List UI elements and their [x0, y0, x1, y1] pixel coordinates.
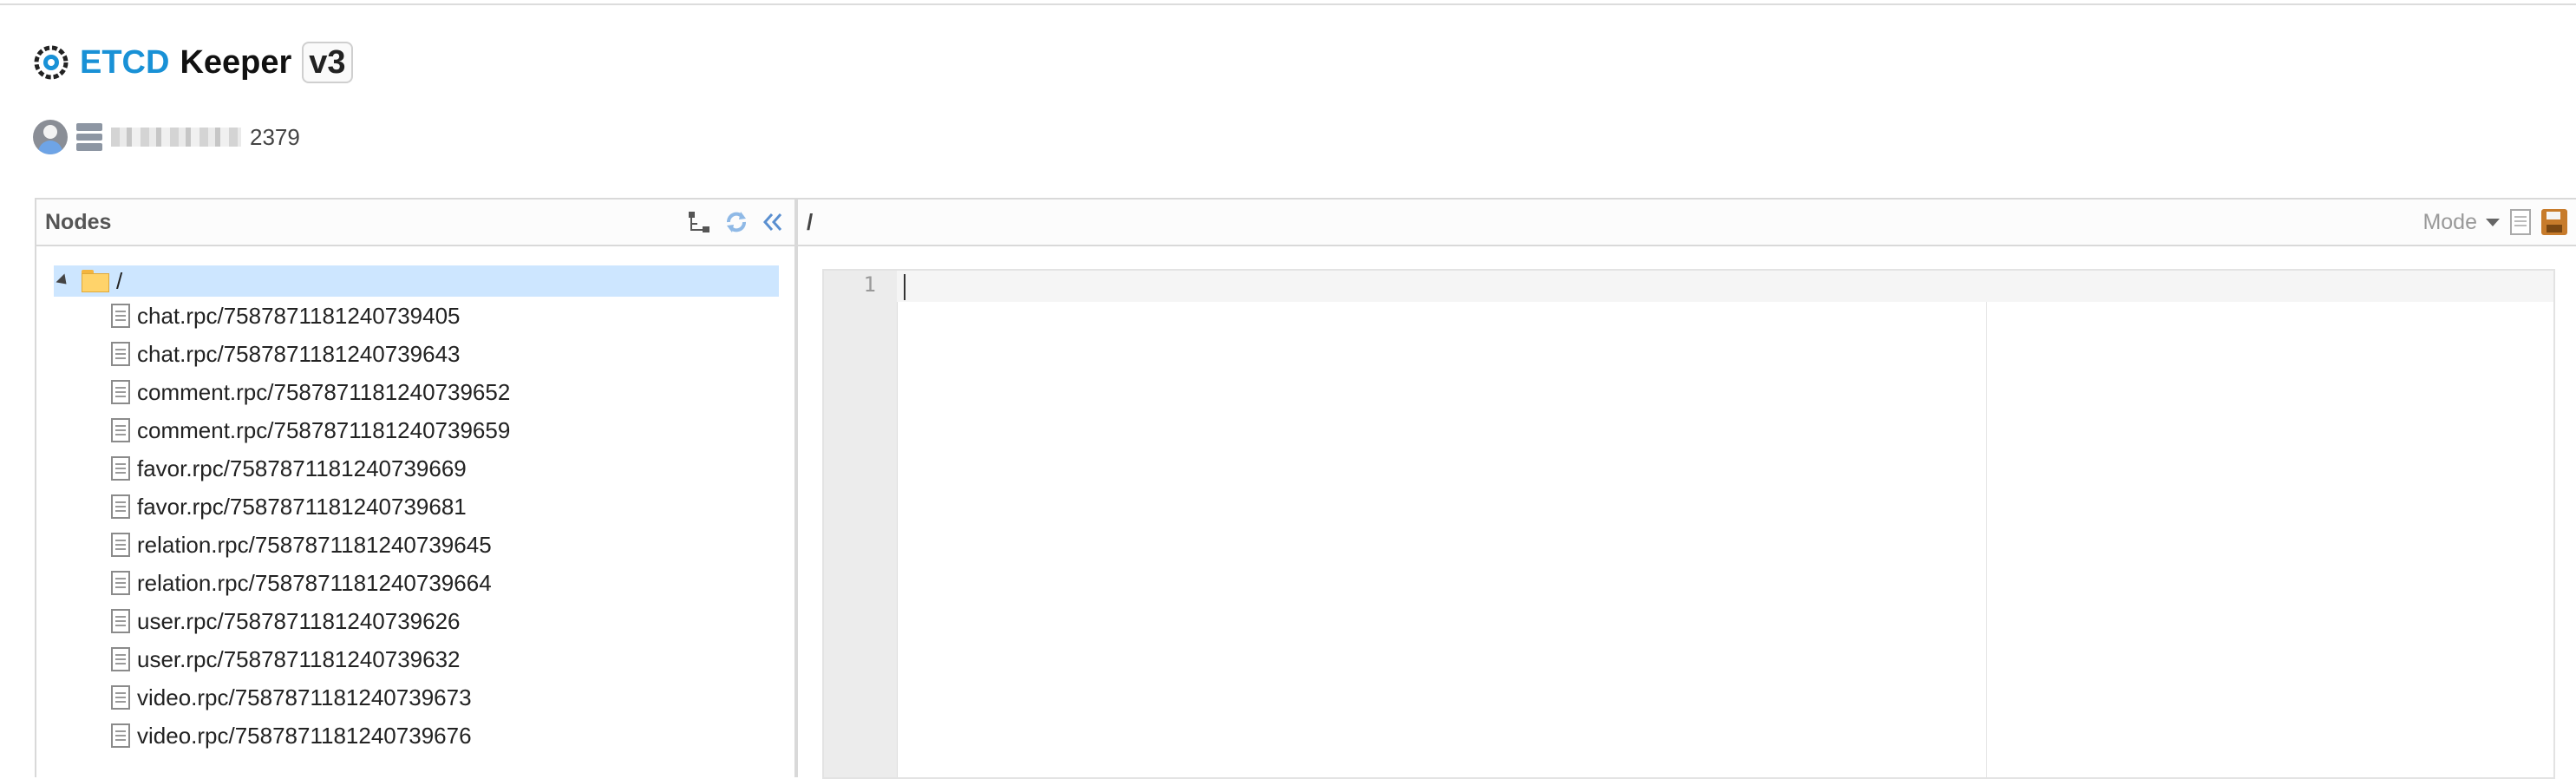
- tree-node-item[interactable]: favor.rpc/7587871181240739669: [54, 449, 777, 488]
- collapse-panel-icon[interactable]: [760, 209, 786, 235]
- tree-node-label: chat.rpc/7587871181240739643: [137, 340, 461, 367]
- etcd-logo-icon: [34, 45, 69, 80]
- tree-node-item[interactable]: relation.rpc/7587871181240739645: [54, 526, 777, 564]
- tree-node-item[interactable]: comment.rpc/7587871181240739652: [54, 373, 777, 411]
- editor-toolbar: Mode: [2422, 209, 2567, 235]
- tree-node-label: chat.rpc/7587871181240739405: [137, 302, 461, 329]
- tree-node-item[interactable]: video.rpc/7587871181240739676: [54, 717, 777, 755]
- tree-node-item[interactable]: chat.rpc/7587871181240739405: [54, 297, 777, 335]
- text-cursor: [904, 274, 906, 300]
- expand-toggle-icon[interactable]: [56, 273, 71, 289]
- nodes-panel: Nodes / chat.rpc/7587871181240739405 chat…: [35, 198, 796, 777]
- tree-node-item[interactable]: user.rpc/7587871181240739632: [54, 640, 777, 678]
- tree-node-label: comment.rpc/7587871181240739652: [137, 378, 511, 405]
- tree-node-item[interactable]: video.rpc/7587871181240739673: [54, 678, 777, 717]
- caret-down-icon: [2486, 218, 2500, 226]
- refresh-icon[interactable]: [723, 209, 749, 235]
- line-number: 1: [863, 272, 876, 297]
- user-avatar-icon[interactable]: [33, 120, 68, 154]
- tree-node-label: video.rpc/7587871181240739673: [137, 684, 472, 710]
- title-etcd: ETCD: [80, 43, 170, 81]
- file-icon: [111, 342, 130, 366]
- tree-node-label: favor.rpc/7587871181240739681: [137, 493, 467, 520]
- tree-node-label: comment.rpc/7587871181240739659: [137, 416, 511, 443]
- tree-node-item[interactable]: user.rpc/7587871181240739626: [54, 602, 777, 640]
- node-tree: / chat.rpc/7587871181240739405 chat.rpc/7…: [36, 246, 794, 774]
- file-icon: [111, 418, 130, 442]
- app-title: ETCD Keeper v3: [33, 38, 353, 87]
- connection-port: 2379: [250, 123, 300, 150]
- tree-structure-icon[interactable]: [687, 209, 713, 235]
- mode-dropdown[interactable]: Mode: [2422, 210, 2500, 235]
- file-icon: [111, 533, 130, 557]
- folder-open-icon: [82, 270, 109, 292]
- save-icon[interactable]: [2541, 209, 2567, 235]
- tree-node-label: relation.rpc/7587871181240739664: [137, 569, 492, 596]
- tree-node-label: favor.rpc/7587871181240739669: [137, 455, 467, 481]
- blurred-host: [111, 128, 241, 147]
- nodes-title: Nodes: [45, 209, 112, 234]
- nodes-toolbar: [687, 209, 786, 235]
- editor-panel: / Mode 1: [796, 198, 2576, 779]
- document-icon[interactable]: [2510, 209, 2531, 235]
- title-keeper: Keeper: [180, 43, 292, 81]
- tree-node-label: user.rpc/7587871181240739626: [137, 607, 461, 634]
- file-icon: [111, 456, 130, 481]
- editor-header: / Mode: [798, 200, 2576, 246]
- tree-node-item[interactable]: favor.rpc/7587871181240739681: [54, 488, 777, 526]
- tree-root-node[interactable]: /: [54, 265, 779, 297]
- file-icon: [111, 571, 130, 595]
- current-path: /: [807, 208, 814, 235]
- top-border: [0, 0, 2576, 5]
- tree-node-item[interactable]: chat.rpc/7587871181240739643: [54, 335, 777, 373]
- tree-node-label: relation.rpc/7587871181240739645: [137, 531, 492, 558]
- server-icon: [76, 123, 102, 152]
- tree-node-label: user.rpc/7587871181240739632: [137, 645, 461, 672]
- line-gutter: 1: [824, 271, 898, 777]
- file-icon: [111, 647, 130, 671]
- nodes-header: Nodes: [36, 200, 794, 246]
- connection-info: 2379: [33, 118, 300, 156]
- mode-label: Mode: [2422, 209, 2477, 234]
- file-icon: [111, 609, 130, 633]
- tree-node-item[interactable]: relation.rpc/7587871181240739664: [54, 564, 777, 602]
- code-editor[interactable]: 1: [822, 269, 2555, 779]
- tree-node-label: video.rpc/7587871181240739676: [137, 722, 472, 749]
- file-icon: [111, 304, 130, 328]
- print-margin: [1986, 302, 1987, 777]
- file-icon: [111, 380, 130, 404]
- node-list: chat.rpc/7587871181240739405 chat.rpc/758…: [54, 297, 777, 755]
- tree-root-label: /: [116, 267, 123, 294]
- active-line: [897, 271, 2553, 302]
- tree-node-item[interactable]: comment.rpc/7587871181240739659: [54, 411, 777, 449]
- file-icon: [111, 723, 130, 748]
- version-badge: v3: [302, 42, 353, 83]
- file-icon: [111, 685, 130, 710]
- file-icon: [111, 494, 130, 519]
